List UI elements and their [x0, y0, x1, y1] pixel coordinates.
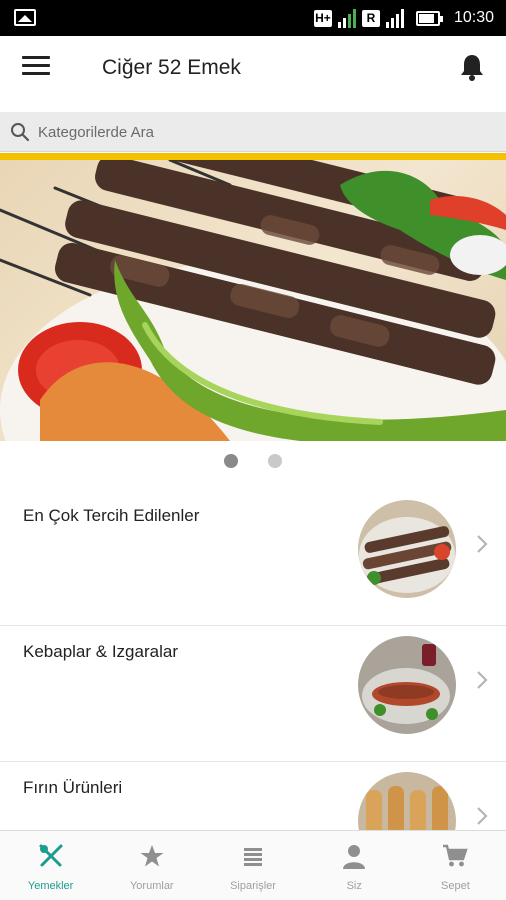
- cart-icon: [443, 844, 469, 867]
- banner-carousel[interactable]: [0, 160, 506, 441]
- nav-item-yemekler[interactable]: Yemekler: [0, 831, 101, 900]
- banner-image: [0, 160, 506, 441]
- category-row-most-preferred[interactable]: En Çok Tercih Edilenler: [0, 490, 506, 626]
- accent-strip: [0, 153, 506, 160]
- signal-strength-icon: [337, 8, 356, 28]
- nav-item-sepet[interactable]: Sepet: [405, 831, 506, 900]
- search-bar: [0, 112, 506, 152]
- gallery-notification-icon: [14, 9, 36, 26]
- category-label: Fırın Ürünleri: [23, 778, 123, 797]
- app-bar: Ciğer 52 Emek: [0, 36, 506, 102]
- status-icons: H+ R 10:30: [313, 0, 494, 36]
- category-thumbnail: [358, 500, 456, 598]
- bottom-navigation: Yemekler Yorumlar Siparişler Siz Sepet: [0, 830, 506, 900]
- nav-label: Siz: [346, 880, 362, 892]
- chevron-right-icon: [477, 807, 488, 825]
- search-icon: [11, 123, 30, 142]
- star-icon: [140, 845, 164, 867]
- chevron-right-icon: [477, 671, 488, 689]
- person-icon: [343, 845, 366, 869]
- nav-label: Yorumlar: [129, 880, 174, 892]
- signal-strength-icon-2: [385, 8, 404, 28]
- nav-label: Yemekler: [27, 880, 74, 892]
- hamburger-menu-icon[interactable]: [22, 56, 50, 80]
- notification-bell-icon[interactable]: [458, 52, 486, 82]
- category-label: En Çok Tercih Edilenler: [23, 506, 200, 525]
- carousel-indicator: [0, 454, 506, 472]
- nav-label: Siparişler: [230, 880, 276, 892]
- battery-icon: [415, 10, 443, 26]
- carousel-dot-1[interactable]: [224, 454, 238, 468]
- app-title: Ciğer 52 Emek: [102, 56, 241, 79]
- nav-label: Sepet: [441, 880, 470, 892]
- carousel-dot-2[interactable]: [268, 454, 282, 468]
- nav-item-siz[interactable]: Siz: [304, 831, 405, 900]
- fork-knife-icon: [39, 844, 63, 867]
- roaming-badge: R: [361, 9, 380, 27]
- status-time: 10:30: [453, 9, 494, 26]
- nav-item-yorumlar[interactable]: Yorumlar: [101, 831, 202, 900]
- network-type-badge: H+: [313, 9, 332, 27]
- list-icon: [244, 848, 262, 866]
- search-input[interactable]: [38, 117, 488, 147]
- nav-item-siparisler[interactable]: Siparişler: [202, 831, 303, 900]
- status-bar: H+ R 10:30: [0, 0, 506, 36]
- chevron-right-icon: [477, 535, 488, 553]
- category-row-kebabs[interactable]: Kebaplar & Izgaralar: [0, 626, 506, 762]
- category-thumbnail: [358, 636, 456, 734]
- category-label: Kebaplar & Izgaralar: [23, 642, 178, 661]
